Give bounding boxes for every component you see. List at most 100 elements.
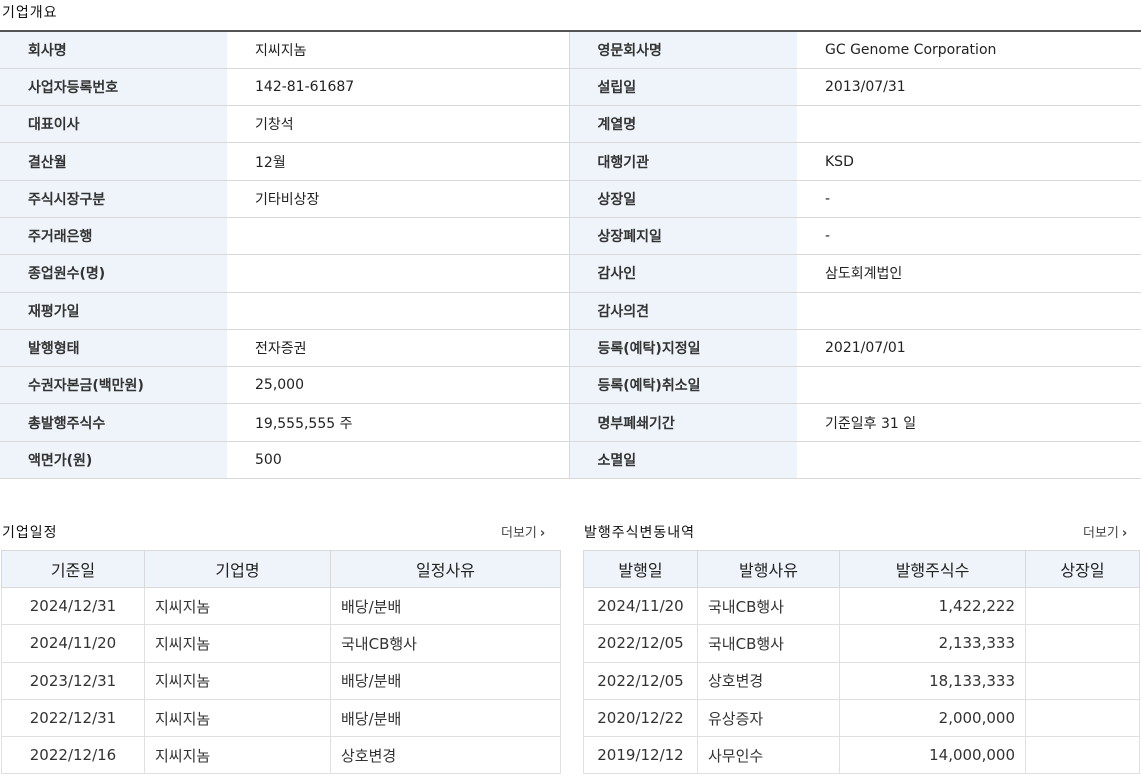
schedule-company: 지씨지놈 (144, 586, 331, 626)
schedule-reason: 국내CB행사 (330, 624, 561, 663)
shares-header: 상장일 (1025, 550, 1140, 588)
table-row: 2022/12/05 국내CB행사 2,133,333 (583, 624, 1140, 663)
chevron-right-icon: › (539, 526, 546, 541)
shares-count: 1,422,222 (839, 586, 1026, 626)
overview-value: GC Genome Corporation (797, 31, 1141, 69)
overview-label: 대행기관 (569, 142, 797, 181)
shares-header: 발행일 (583, 550, 698, 588)
schedule-header: 일정사유 (330, 550, 561, 588)
shares-table: 발행일 발행사유 발행주식수 상장일 2024/11/20 국내CB행사 1,422… (583, 550, 1140, 775)
overview-label: 대표이사 (0, 105, 227, 144)
shares-more-link[interactable]: 더보기 › (1083, 522, 1127, 541)
overview-row: 주식시장구분 기타비상장 상장일 - (0, 180, 1141, 218)
overview-row: 사업자등록번호 142-81-61687 설립일 2013/07/31 (0, 68, 1141, 107)
overview-label: 감사의견 (569, 292, 797, 330)
shares-reason: 사무인수 (697, 736, 840, 775)
schedule-reason: 상호변경 (330, 736, 561, 775)
overview-value: 기준일후 31 일 (797, 403, 1141, 442)
overview-value: 삼도회계법인 (797, 254, 1141, 293)
overview-title: 기업개요 (2, 5, 58, 21)
schedule-company: 지씨지놈 (144, 661, 331, 700)
overview-label: 등록(예탁)지정일 (569, 329, 797, 368)
table-row: 2024/11/20 지씨지놈 국내CB행사 (1, 624, 561, 663)
overview-label: 설립일 (569, 68, 797, 107)
shares-count: 2,133,333 (839, 624, 1026, 663)
overview-label: 총발행주식수 (0, 403, 227, 442)
overview-row: 주거래은행 상장폐지일 - (0, 217, 1141, 256)
overview-value: - (797, 180, 1141, 218)
overview-row: 총발행주식수 19,555,555 주 명부폐쇄기간 기준일후 31 일 (0, 403, 1141, 442)
shares-more-label: 더보기 (1083, 526, 1119, 541)
overview-label: 상장일 (569, 180, 797, 218)
overview-label: 재평가일 (0, 292, 227, 330)
schedule-header: 기준일 (1, 550, 145, 588)
overview-row: 결산월 12월 대행기관 KSD (0, 142, 1141, 181)
schedule-date: 2022/12/31 (1, 698, 145, 738)
table-row: 2023/12/31 지씨지놈 배당/분배 (1, 661, 561, 700)
shares-title: 발행주식변동내역 (584, 525, 696, 541)
overview-row: 종업원수(명) 감사인 삼도회계법인 (0, 254, 1141, 293)
shares-count: 2,000,000 (839, 698, 1026, 738)
schedule-company: 지씨지놈 (144, 698, 331, 738)
shares-reason: 국내CB행사 (697, 586, 840, 626)
shares-header: 발행주식수 (839, 550, 1026, 588)
overview-value: 500 (227, 441, 570, 480)
overview-value (797, 105, 1141, 144)
shares-listing-date (1025, 698, 1140, 738)
overview-value: - (797, 217, 1141, 256)
overview-value: 2021/07/01 (797, 329, 1141, 368)
shares-listing-date (1025, 661, 1140, 700)
overview-value: 19,555,555 주 (227, 403, 570, 442)
overview-value: 12월 (227, 142, 570, 181)
overview-value (797, 292, 1141, 330)
schedule-reason: 배당/분배 (330, 661, 561, 700)
overview-value: 기타비상장 (227, 180, 570, 218)
overview-value: KSD (797, 142, 1141, 181)
overview-label: 등록(예탁)취소일 (569, 366, 797, 405)
overview-value: 지씨지놈 (227, 31, 570, 69)
shares-reason: 상호변경 (697, 661, 840, 700)
shares-reason: 국내CB행사 (697, 624, 840, 663)
schedule-header-row: 기준일 기업명 일정사유 (1, 550, 561, 588)
overview-label: 발행형태 (0, 329, 227, 368)
chevron-right-icon: › (1121, 526, 1128, 541)
overview-label: 명부폐쇄기간 (569, 403, 797, 442)
schedule-reason: 배당/분배 (330, 586, 561, 626)
overview-value (797, 441, 1141, 480)
shares-listing-date (1025, 586, 1140, 626)
overview-label: 계열명 (569, 105, 797, 144)
overview-row: 대표이사 기창석 계열명 (0, 105, 1141, 144)
overview-value (797, 366, 1141, 405)
overview-label: 수권자본금(백만원) (0, 366, 227, 405)
overview-row: 수권자본금(백만원) 25,000 등록(예탁)취소일 (0, 366, 1141, 405)
schedule-more-link[interactable]: 더보기 › (501, 522, 545, 541)
overview-value: 2013/07/31 (797, 68, 1141, 107)
overview-row: 액면가(원) 500 소멸일 (0, 441, 1141, 480)
overview-label: 상장폐지일 (569, 217, 797, 256)
overview-value: 기창석 (227, 105, 570, 144)
shares-date: 2020/12/22 (583, 698, 698, 738)
shares-date: 2022/12/05 (583, 661, 698, 700)
overview-label: 감사인 (569, 254, 797, 293)
schedule-date: 2023/12/31 (1, 661, 145, 700)
overview-label: 주식시장구분 (0, 180, 227, 218)
table-row: 2022/12/05 상호변경 18,133,333 (583, 661, 1140, 700)
table-row: 2024/11/20 국내CB행사 1,422,222 (583, 586, 1140, 626)
overview-value: 142-81-61687 (227, 68, 570, 107)
overview-label: 소멸일 (569, 441, 797, 480)
schedule-company: 지씨지놈 (144, 736, 331, 775)
overview-label: 종업원수(명) (0, 254, 227, 293)
overview-row: 회사명 지씨지놈 영문회사명 GC Genome Corporation (0, 31, 1141, 69)
overview-value (227, 292, 570, 330)
shares-date: 2024/11/20 (583, 586, 698, 626)
overview-value (227, 217, 570, 256)
shares-count: 14,000,000 (839, 736, 1026, 775)
shares-header-row: 발행일 발행사유 발행주식수 상장일 (583, 550, 1140, 588)
schedule-header: 기업명 (144, 550, 331, 588)
schedule-date: 2022/12/16 (1, 736, 145, 775)
schedule-company: 지씨지놈 (144, 624, 331, 663)
shares-header: 발행사유 (697, 550, 840, 588)
overview-label: 영문회사명 (569, 31, 797, 69)
table-row: 2022/12/31 지씨지놈 배당/분배 (1, 698, 561, 738)
table-row: 2019/12/12 사무인수 14,000,000 (583, 736, 1140, 775)
